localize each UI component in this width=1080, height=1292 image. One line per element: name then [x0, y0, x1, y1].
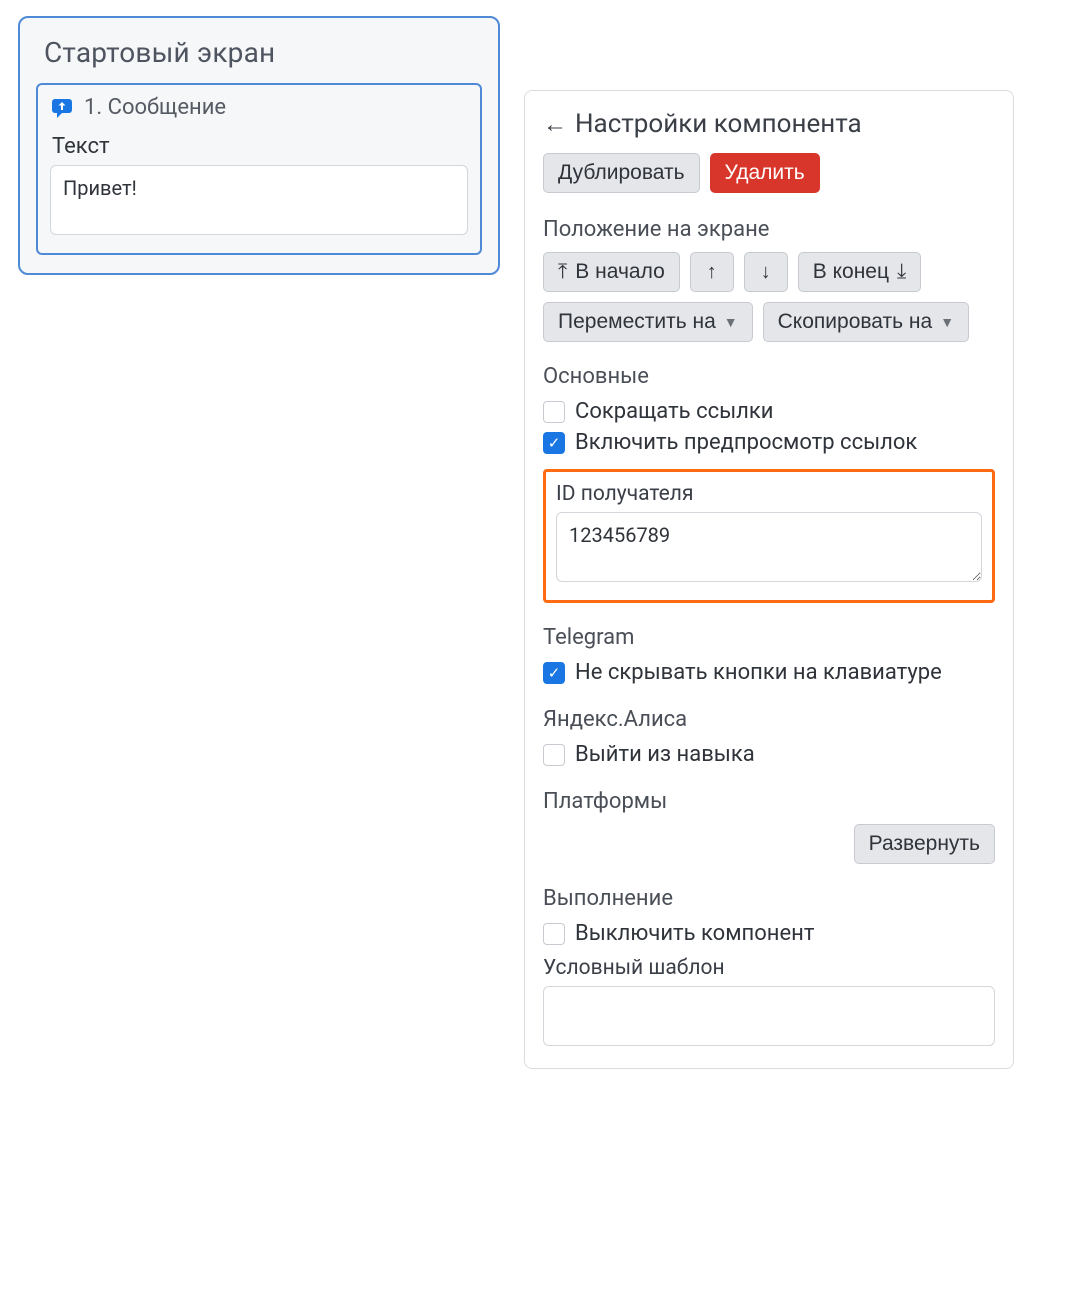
conditional-template-input[interactable]	[543, 986, 995, 1046]
main-heading: Основные	[543, 364, 995, 389]
arrow-down-icon: ↓	[761, 261, 771, 284]
exit-skill-checkbox[interactable]: Выйти из навыка	[543, 742, 995, 767]
checkbox-icon	[543, 401, 565, 423]
expand-button[interactable]: Развернуть	[854, 824, 995, 864]
checkbox-icon: ✓	[543, 432, 565, 454]
recipient-id-label: ID получателя	[556, 482, 982, 506]
move-down-button[interactable]: ↓	[744, 252, 788, 292]
move-to-label: Переместить на	[558, 310, 716, 334]
move-to-start-label: В начало	[575, 260, 664, 284]
execution-heading: Выполнение	[543, 886, 995, 911]
shorten-links-checkbox[interactable]: Сокращать ссылки	[543, 399, 995, 424]
chevron-down-icon: ▼	[940, 314, 954, 330]
screen-card: Стартовый экран 1. Сообщение Текст	[18, 16, 500, 275]
arrow-down-bar-icon: ⤓	[897, 260, 906, 284]
settings-title-label: Настройки компонента	[575, 109, 862, 139]
recipient-id-highlight: ID получателя	[543, 469, 995, 603]
message-text-input[interactable]	[50, 165, 468, 235]
move-to-end-button[interactable]: В конец ⤓	[798, 252, 922, 292]
checkbox-icon: ✓	[543, 662, 565, 684]
copy-to-dropdown[interactable]: Скопировать на ▼	[763, 302, 969, 342]
keep-keyboard-label: Не скрывать кнопки на клавиатуре	[575, 660, 942, 685]
component-title: 1. Сообщение	[84, 95, 226, 120]
delete-button[interactable]: Удалить	[710, 153, 820, 193]
telegram-heading: Telegram	[543, 625, 995, 650]
disable-component-checkbox[interactable]: Выключить компонент	[543, 921, 995, 946]
checkbox-icon	[543, 744, 565, 766]
enable-preview-checkbox[interactable]: ✓ Включить предпросмотр ссылок	[543, 430, 995, 455]
move-up-button[interactable]: ↑	[690, 252, 734, 292]
duplicate-button[interactable]: Дублировать	[543, 153, 700, 193]
screen-title: Стартовый экран	[44, 36, 476, 69]
platforms-heading: Платформы	[543, 789, 995, 814]
alice-heading: Яндекс.Алиса	[543, 707, 995, 732]
send-message-icon	[50, 96, 74, 120]
position-heading: Положение на экране	[543, 217, 995, 242]
disable-component-label: Выключить компонент	[575, 921, 814, 946]
settings-panel: ← Настройки компонента Дублировать Удали…	[524, 90, 1014, 1069]
settings-title: ← Настройки компонента	[543, 109, 995, 139]
move-to-end-label: В конец	[813, 260, 889, 284]
shorten-links-label: Сокращать ссылки	[575, 399, 773, 424]
keep-keyboard-checkbox[interactable]: ✓ Не скрывать кнопки на клавиатуре	[543, 660, 995, 685]
arrow-up-bar-icon: ⤒	[558, 260, 567, 284]
enable-preview-label: Включить предпросмотр ссылок	[575, 430, 917, 455]
recipient-id-input[interactable]	[556, 512, 982, 582]
text-field-label: Текст	[52, 134, 466, 159]
component-card[interactable]: 1. Сообщение Текст	[36, 83, 482, 255]
chevron-down-icon: ▼	[724, 314, 738, 330]
exit-skill-label: Выйти из навыка	[575, 742, 755, 767]
conditional-template-label: Условный шаблон	[543, 956, 995, 980]
move-to-dropdown[interactable]: Переместить на ▼	[543, 302, 753, 342]
move-to-start-button[interactable]: ⤒ В начало	[543, 252, 680, 292]
checkbox-icon	[543, 923, 565, 945]
back-arrow-icon[interactable]: ←	[543, 112, 567, 136]
arrow-up-icon: ↑	[707, 261, 717, 284]
copy-to-label: Скопировать на	[778, 310, 933, 334]
component-header: 1. Сообщение	[50, 95, 468, 120]
